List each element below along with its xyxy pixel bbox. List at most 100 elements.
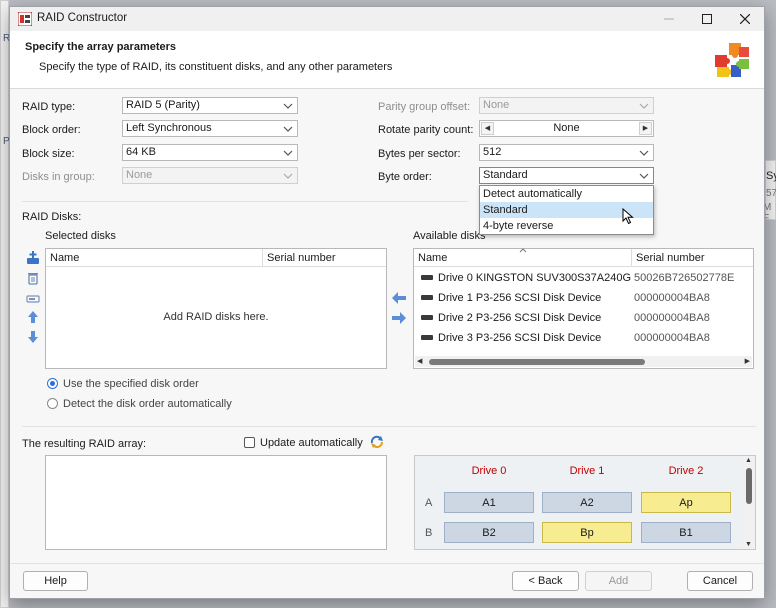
dropdown-option-detect[interactable]: Detect automatically xyxy=(480,186,653,202)
section-divider xyxy=(22,201,468,202)
available-disks-label: Available disks xyxy=(413,230,486,242)
chevron-down-icon xyxy=(283,103,293,109)
cancel-button[interactable]: Cancel xyxy=(687,571,753,591)
disk-properties-icon[interactable] xyxy=(25,290,41,306)
scroll-up-icon[interactable]: ▲ xyxy=(745,457,752,464)
chevron-down-icon xyxy=(283,173,293,179)
table-row[interactable]: Drive 2 P3-256 SCSI Disk Device 00000000… xyxy=(414,308,753,328)
block-order-combo[interactable]: Left Synchronous xyxy=(122,120,298,137)
block-size-label: Block size: xyxy=(22,148,75,160)
scrollbar-thumb[interactable] xyxy=(746,468,752,504)
block-size-value: 64 KB xyxy=(126,146,156,158)
chevron-down-icon xyxy=(639,103,649,109)
selected-disks-list[interactable]: Name Serial number Add RAID disks here. xyxy=(45,248,387,369)
vertical-scrollbar[interactable]: ▲ ▼ xyxy=(743,456,755,549)
table-row[interactable]: Drive 1 P3-256 SCSI Disk Device 00000000… xyxy=(414,288,753,308)
parity-block: Bp xyxy=(542,522,632,543)
raid-disks-label: RAID Disks: xyxy=(22,211,82,223)
scrollbar-thumb[interactable] xyxy=(429,359,645,365)
maximize-button[interactable] xyxy=(688,7,726,31)
background-panel-left xyxy=(0,0,9,608)
bytes-per-sector-combo[interactable]: 512 xyxy=(479,144,654,161)
arrow-left-icon[interactable] xyxy=(392,292,406,304)
minimize-button[interactable] xyxy=(650,7,688,31)
column-header-serial[interactable]: Serial number xyxy=(263,249,387,267)
header-subtitle: Specify the type of RAID, its constituen… xyxy=(39,61,393,73)
chevron-down-icon xyxy=(639,150,649,156)
spin-right-button[interactable]: ▶ xyxy=(639,122,652,135)
row-label: A xyxy=(425,497,433,509)
disks-in-group-combo[interactable]: None xyxy=(122,167,298,184)
selected-disks-header: Name Serial number xyxy=(46,249,386,267)
parity-offset-label: Parity group offset: xyxy=(378,101,471,113)
spin-left-button[interactable]: ◀ xyxy=(481,122,494,135)
hard-disk-icon xyxy=(421,314,433,320)
row-label: B xyxy=(425,527,433,539)
trash-icon[interactable] xyxy=(25,270,41,286)
window-title: RAID Constructor xyxy=(37,12,128,24)
radio-specified-order-label: Use the specified disk order xyxy=(63,378,199,390)
chevron-down-icon xyxy=(283,150,293,156)
arrow-right-icon[interactable] xyxy=(392,312,406,324)
header-title: Specify the array parameters xyxy=(25,41,177,53)
background-text-right-b: 57 xyxy=(766,188,776,199)
available-disks-list[interactable]: Name Serial number Drive 0 KINGSTON SUV3… xyxy=(413,248,754,369)
add-button[interactable]: Add xyxy=(585,571,652,591)
app-icon xyxy=(18,12,32,26)
radio-auto-order[interactable] xyxy=(47,398,58,409)
result-label: The resulting RAID array: xyxy=(22,438,147,450)
rotate-parity-spinner[interactable]: ◀ None ▶ xyxy=(479,120,654,137)
chevron-down-icon xyxy=(283,126,293,132)
table-row[interactable]: Drive 0 KINGSTON SUV300S37A240G 50026B72… xyxy=(414,268,753,288)
refresh-icon[interactable] xyxy=(369,434,385,450)
block-size-combo[interactable]: 64 KB xyxy=(122,144,298,161)
footer-divider xyxy=(10,563,764,564)
data-block: A2 xyxy=(542,492,632,513)
byte-order-combo[interactable]: Standard xyxy=(479,167,654,184)
table-row[interactable]: Drive 3 P3-256 SCSI Disk Device 00000000… xyxy=(414,328,753,348)
add-disk-icon[interactable] xyxy=(25,250,41,266)
data-block: A1 xyxy=(444,492,534,513)
close-button[interactable] xyxy=(726,7,764,31)
raid-type-combo[interactable]: RAID 5 (Parity) xyxy=(122,97,298,114)
block-order-value: Left Synchronous xyxy=(126,122,212,134)
drive-header: Drive 0 xyxy=(471,465,507,477)
raid-type-value: RAID 5 (Parity) xyxy=(126,99,200,111)
sort-ascending-icon xyxy=(519,248,527,253)
hard-disk-icon xyxy=(421,334,433,340)
help-button[interactable]: Help xyxy=(23,571,88,591)
selected-disks-label: Selected disks xyxy=(45,230,116,242)
data-block: B2 xyxy=(444,522,534,543)
puzzle-icon xyxy=(715,43,749,77)
raid-type-label: RAID type: xyxy=(22,101,76,113)
disks-in-group-value: None xyxy=(126,169,153,181)
back-button[interactable]: < Back xyxy=(512,571,579,591)
drive-header: Drive 1 xyxy=(569,465,605,477)
column-header-name[interactable]: Name xyxy=(46,249,263,267)
block-order-label: Block order: xyxy=(22,124,81,136)
maximize-icon xyxy=(702,14,712,24)
parity-block: Ap xyxy=(641,492,731,513)
radio-auto-order-label: Detect the disk order automatically xyxy=(63,398,232,410)
update-automatically-label: Update automatically xyxy=(260,437,363,449)
bytes-per-sector-label: Bytes per sector: xyxy=(378,148,461,160)
wizard-header: Specify the array parameters Specify the… xyxy=(10,31,764,89)
parity-offset-combo[interactable]: None xyxy=(479,97,654,114)
radio-specified-order[interactable] xyxy=(47,378,58,389)
column-header-serial[interactable]: Serial number xyxy=(632,249,754,267)
scroll-right-icon[interactable]: ▶ xyxy=(745,356,750,367)
data-block: B1 xyxy=(641,522,731,543)
scroll-down-icon[interactable]: ▼ xyxy=(745,541,752,548)
hard-disk-icon xyxy=(421,294,433,300)
title-bar: RAID Constructor xyxy=(10,7,764,31)
background-text-right-a: Sy xyxy=(766,170,776,182)
update-automatically-checkbox[interactable] xyxy=(244,437,255,448)
result-preview-box xyxy=(45,455,387,550)
move-down-icon[interactable] xyxy=(25,329,41,345)
chevron-up-icon xyxy=(639,173,649,179)
byte-order-label: Byte order: xyxy=(378,171,432,183)
scroll-left-icon[interactable]: ◀ xyxy=(417,356,422,367)
move-up-icon[interactable] xyxy=(25,309,41,325)
horizontal-scrollbar[interactable]: ◀ ▶ xyxy=(415,356,752,367)
rotate-parity-value: None xyxy=(553,122,580,134)
